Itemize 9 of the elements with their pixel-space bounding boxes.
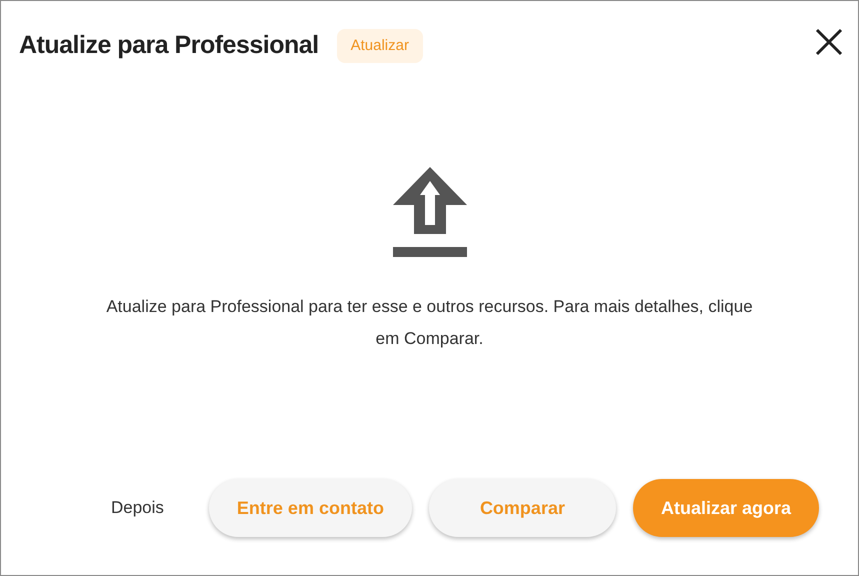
close-icon[interactable] — [814, 26, 844, 57]
upload-icon — [392, 166, 466, 256]
upgrade-button[interactable]: Atualizar agora — [632, 479, 819, 537]
secondary-button[interactable]: Entre em contato — [208, 479, 412, 537]
message-text: Atualize para Professional para ter esse e outros recursos. Para mais detalhes, clique em Comparar. — [105, 296, 754, 350]
dialog-title: Atualize para Professional — [19, 30, 319, 61]
secondary-button[interactable]: Comparar — [428, 479, 616, 537]
later-button[interactable]: Depois — [87, 479, 188, 537]
upgrade-badge: Atualizar — [336, 28, 423, 63]
